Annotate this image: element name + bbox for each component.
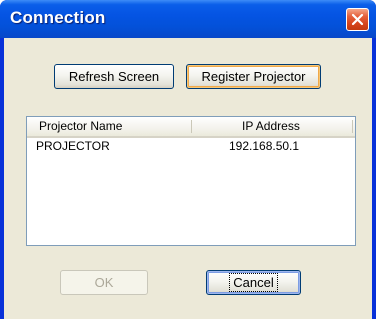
refresh-screen-button[interactable]: Refresh Screen [54, 64, 174, 89]
ip-address-cell: 192.168.50.1 [229, 139, 300, 153]
register-projector-label: Register Projector [201, 69, 306, 84]
projector-name-cell: PROJECTOR [36, 139, 110, 153]
refresh-screen-label: Refresh Screen [68, 69, 160, 84]
column-separator[interactable] [191, 120, 192, 133]
projector-list[interactable]: Projector Name IP Address PROJECTOR 192.… [26, 116, 356, 246]
close-button[interactable] [346, 8, 369, 31]
column-header-ip-address[interactable]: IP Address [242, 117, 342, 136]
column-header-projector-name[interactable]: Projector Name [39, 117, 199, 136]
dialog-body: Refresh Screen Register Projector Projec… [4, 38, 372, 319]
list-row[interactable]: PROJECTOR 192.168.50.1 [27, 138, 355, 155]
register-projector-button[interactable]: Register Projector [186, 64, 321, 89]
cancel-button[interactable]: Cancel [206, 270, 301, 295]
ok-label: OK [94, 275, 114, 290]
window-title: Connection [10, 8, 106, 27]
column-separator[interactable] [352, 120, 353, 133]
title-bar[interactable]: Connection [0, 0, 376, 38]
cancel-label: Cancel [229, 273, 278, 292]
close-icon [351, 13, 364, 26]
connection-dialog: Connection Refresh Screen Register Proje… [0, 0, 376, 319]
ok-button[interactable]: OK [60, 270, 148, 295]
list-header: Projector Name IP Address [27, 117, 355, 138]
